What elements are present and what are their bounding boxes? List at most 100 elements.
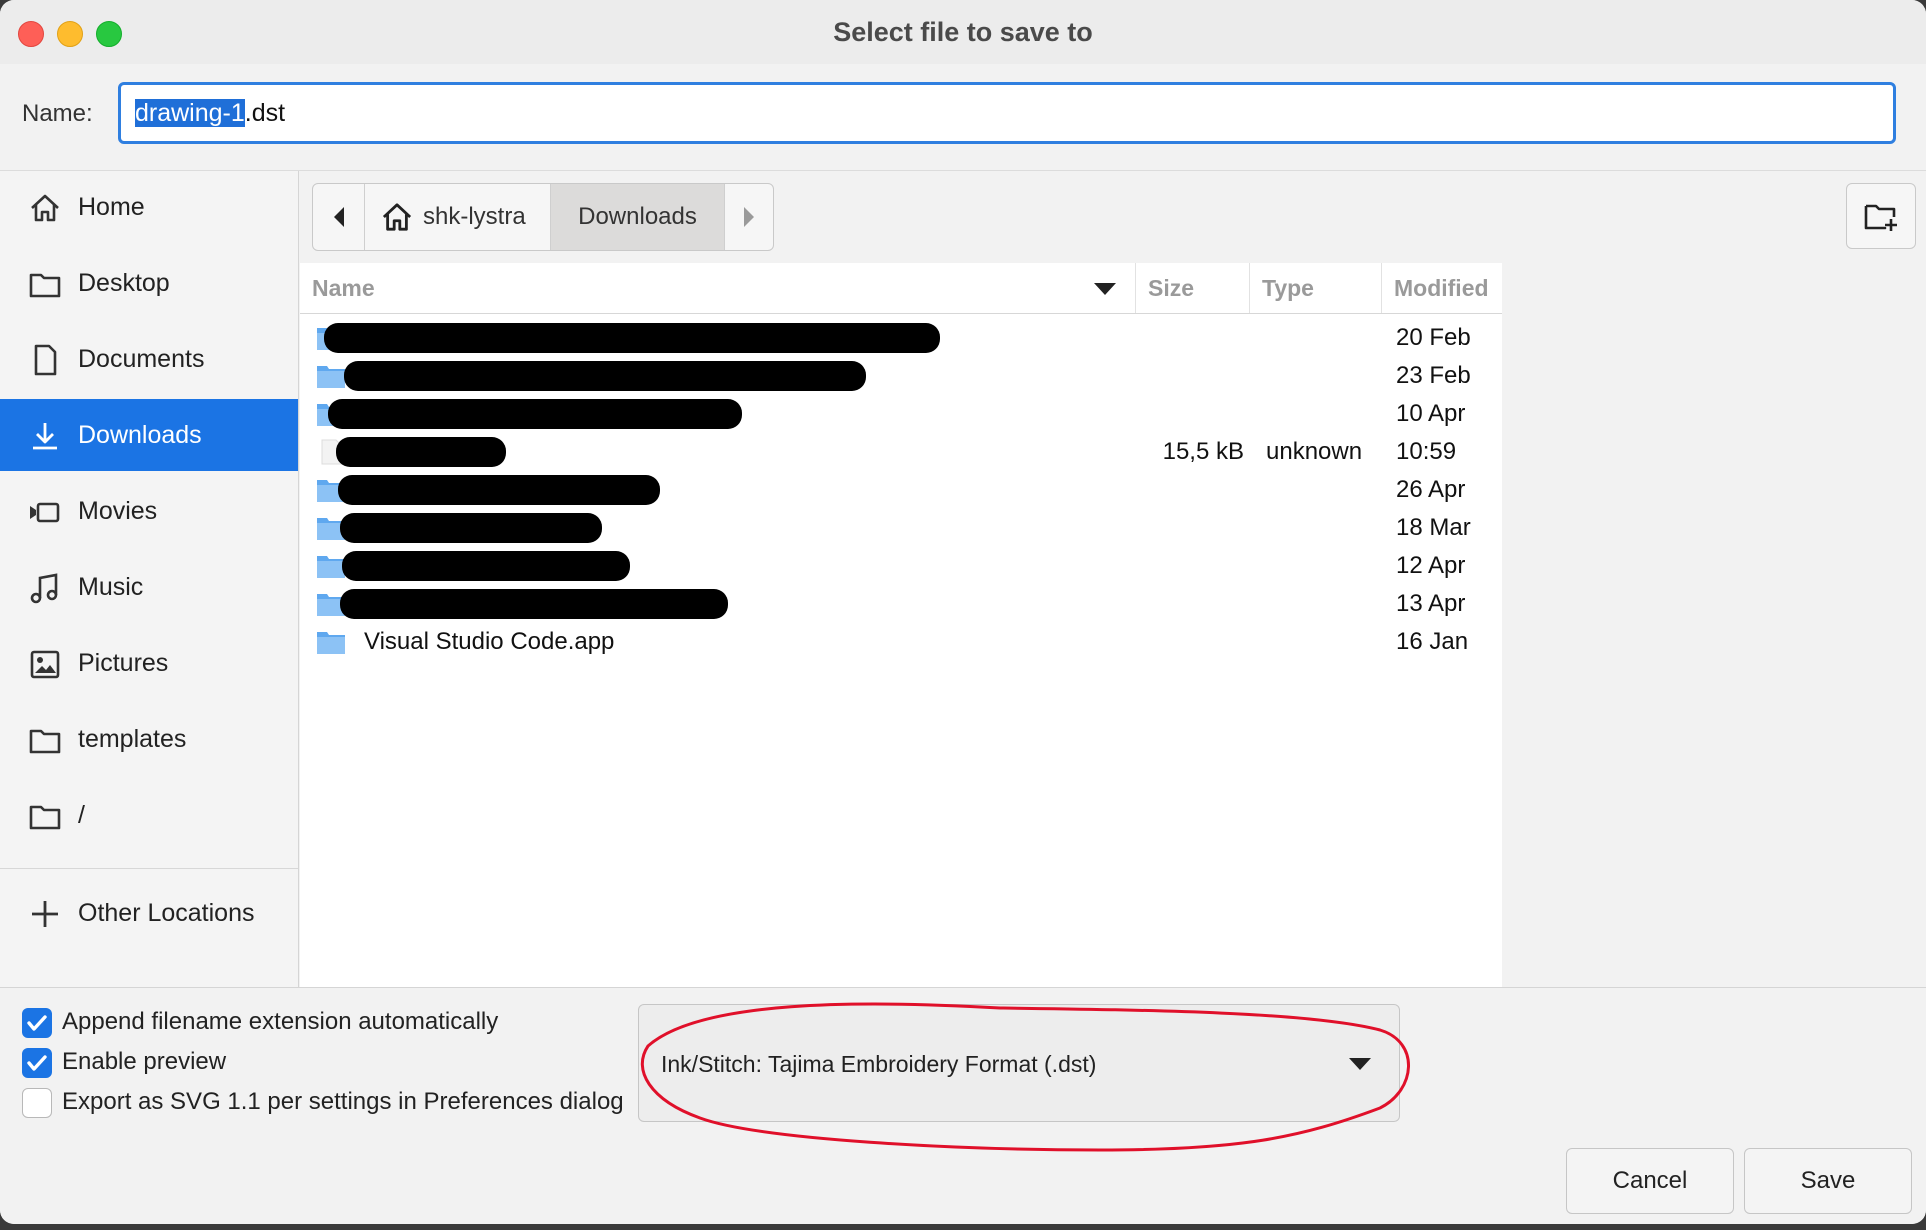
sidebar-item-root[interactable]: /	[0, 779, 298, 851]
redaction-mark	[336, 437, 506, 467]
home-icon	[382, 203, 412, 231]
chevron-down-icon	[1349, 1058, 1371, 1070]
path-bar: shk-lystra Downloads	[300, 171, 1926, 263]
path-current-button[interactable]: Downloads	[551, 184, 725, 250]
music-icon	[30, 573, 58, 604]
file-type-selected: Ink/Stitch: Tajima Embroidery Format (.d…	[661, 1051, 1097, 1077]
sidebar-item-documents[interactable]: Documents	[0, 323, 298, 395]
chevron-left-icon	[333, 207, 344, 227]
sidebar-item-music[interactable]: Music	[0, 551, 298, 623]
column-type[interactable]: Type	[1250, 263, 1382, 313]
file-modified: 13 Apr	[1396, 590, 1466, 617]
path-forward-button[interactable]	[725, 184, 773, 250]
file-modified: 23 Feb	[1396, 362, 1471, 389]
plus-icon	[32, 901, 58, 927]
folder-icon	[29, 805, 61, 830]
preview-pane	[1502, 263, 1926, 987]
column-modified[interactable]: Modified	[1382, 263, 1502, 313]
places-sidebar: Home Desktop Documents Downloads Movies …	[0, 171, 299, 987]
sidebar-item-label: /	[78, 801, 85, 829]
enable-preview-checkbox[interactable]	[22, 1048, 52, 1078]
save-button[interactable]: Save	[1744, 1148, 1912, 1214]
name-label: Name:	[22, 100, 93, 127]
file-row[interactable]: 13 Apr	[300, 585, 1502, 623]
save-dialog: Select file to save to Name: drawing-1.d…	[0, 0, 1926, 1224]
sidebar-item-label: Desktop	[78, 269, 170, 297]
file-modified: 20 Feb	[1396, 324, 1471, 351]
sidebar-item-desktop[interactable]: Desktop	[0, 247, 298, 319]
sort-descending-icon	[1094, 283, 1116, 295]
options-area: Append filename extension automatically …	[0, 987, 1926, 1224]
file-type: unknown	[1266, 438, 1363, 465]
redaction-mark	[328, 399, 742, 429]
redaction-mark	[340, 513, 602, 543]
file-row[interactable]: Visual Studio Code.app 16 Jan	[300, 623, 1502, 661]
folder-icon	[29, 273, 61, 298]
cancel-button[interactable]: Cancel	[1566, 1148, 1734, 1214]
filename-extension-text: .dst	[244, 99, 286, 127]
path-home-label: shk-lystra	[423, 203, 526, 230]
home-icon	[31, 194, 59, 222]
redaction-mark	[338, 475, 660, 505]
redaction-mark	[324, 323, 940, 353]
file-modified: 12 Apr	[1396, 552, 1466, 579]
sidebar-item-home[interactable]: Home	[0, 171, 298, 243]
sidebar-item-label: Music	[78, 573, 144, 601]
file-row[interactable]: 23 Feb	[300, 357, 1502, 395]
sidebar-divider	[0, 868, 298, 869]
file-browser: shk-lystra Downloads Name Size Type Modi…	[300, 171, 1926, 987]
file-size: 15,5 kB	[1162, 438, 1244, 465]
file-row[interactable]: 12 Apr	[300, 547, 1502, 585]
export-svg11-label: Export as SVG 1.1 per settings in Prefer…	[62, 1088, 624, 1115]
enable-preview-label: Enable preview	[62, 1048, 227, 1075]
append-extension-checkbox[interactable]	[22, 1008, 52, 1038]
filename-selected-text: drawing-1	[135, 99, 245, 127]
file-row[interactable]: 20 Feb	[300, 319, 1502, 357]
title-bar: Select file to save to	[0, 0, 1926, 65]
path-back-button[interactable]	[313, 184, 365, 250]
chevron-right-icon	[744, 207, 754, 227]
file-type-dropdown[interactable]: Ink/Stitch: Tajima Embroidery Format (.d…	[638, 1004, 1400, 1122]
folder-icon	[317, 366, 345, 388]
sidebar-item-movies[interactable]: Movies	[0, 475, 298, 547]
movie-icon	[30, 502, 60, 523]
file-row[interactable]: 15,5 kB unknown 10:59	[300, 433, 1502, 471]
redaction-mark	[344, 361, 866, 391]
column-header: Name Size Type Modified	[300, 263, 1502, 314]
file-row[interactable]: 18 Mar	[300, 509, 1502, 547]
path-home-button[interactable]: shk-lystra	[365, 184, 551, 250]
sidebar-item-label: templates	[78, 725, 187, 753]
folder-icon	[29, 729, 61, 754]
sidebar-item-label: Documents	[78, 345, 205, 373]
file-modified: 16 Jan	[1396, 628, 1469, 655]
file-modified: 18 Mar	[1396, 514, 1471, 541]
new-folder-button[interactable]	[1846, 183, 1916, 249]
sidebar-item-label: Home	[78, 193, 145, 221]
sidebar-item-other-locations[interactable]: Other Locations	[0, 877, 298, 949]
column-name[interactable]: Name	[300, 263, 1136, 313]
append-extension-label: Append filename extension automatically	[62, 1008, 499, 1035]
redaction-mark	[340, 589, 728, 619]
file-row[interactable]: 10 Apr	[300, 395, 1502, 433]
file-name: Visual Studio Code.app	[364, 628, 615, 655]
redaction-mark	[342, 551, 630, 581]
name-row: Name: drawing-1.dst	[0, 64, 1926, 171]
download-icon	[33, 423, 57, 450]
sidebar-item-templates[interactable]: templates	[0, 703, 298, 775]
folder-icon	[317, 632, 345, 654]
picture-icon	[30, 650, 60, 679]
checkmark-icon	[27, 1015, 47, 1031]
column-size[interactable]: Size	[1136, 263, 1250, 313]
sidebar-item-label: Other Locations	[78, 899, 255, 927]
sidebar-item-pictures[interactable]: Pictures	[0, 627, 298, 699]
sidebar-item-downloads[interactable]: Downloads	[0, 399, 298, 471]
new-folder-icon	[1864, 204, 1897, 231]
file-row[interactable]: 26 Apr	[300, 471, 1502, 509]
file-modified: 10:59	[1396, 438, 1457, 465]
sidebar-item-label: Downloads	[78, 421, 202, 449]
filename-input[interactable]: drawing-1.dst	[118, 82, 1896, 144]
breadcrumb: shk-lystra Downloads	[312, 183, 774, 251]
dialog-title: Select file to save to	[833, 17, 1093, 47]
export-svg11-checkbox[interactable]	[22, 1088, 52, 1118]
sidebar-item-label: Pictures	[78, 649, 169, 677]
